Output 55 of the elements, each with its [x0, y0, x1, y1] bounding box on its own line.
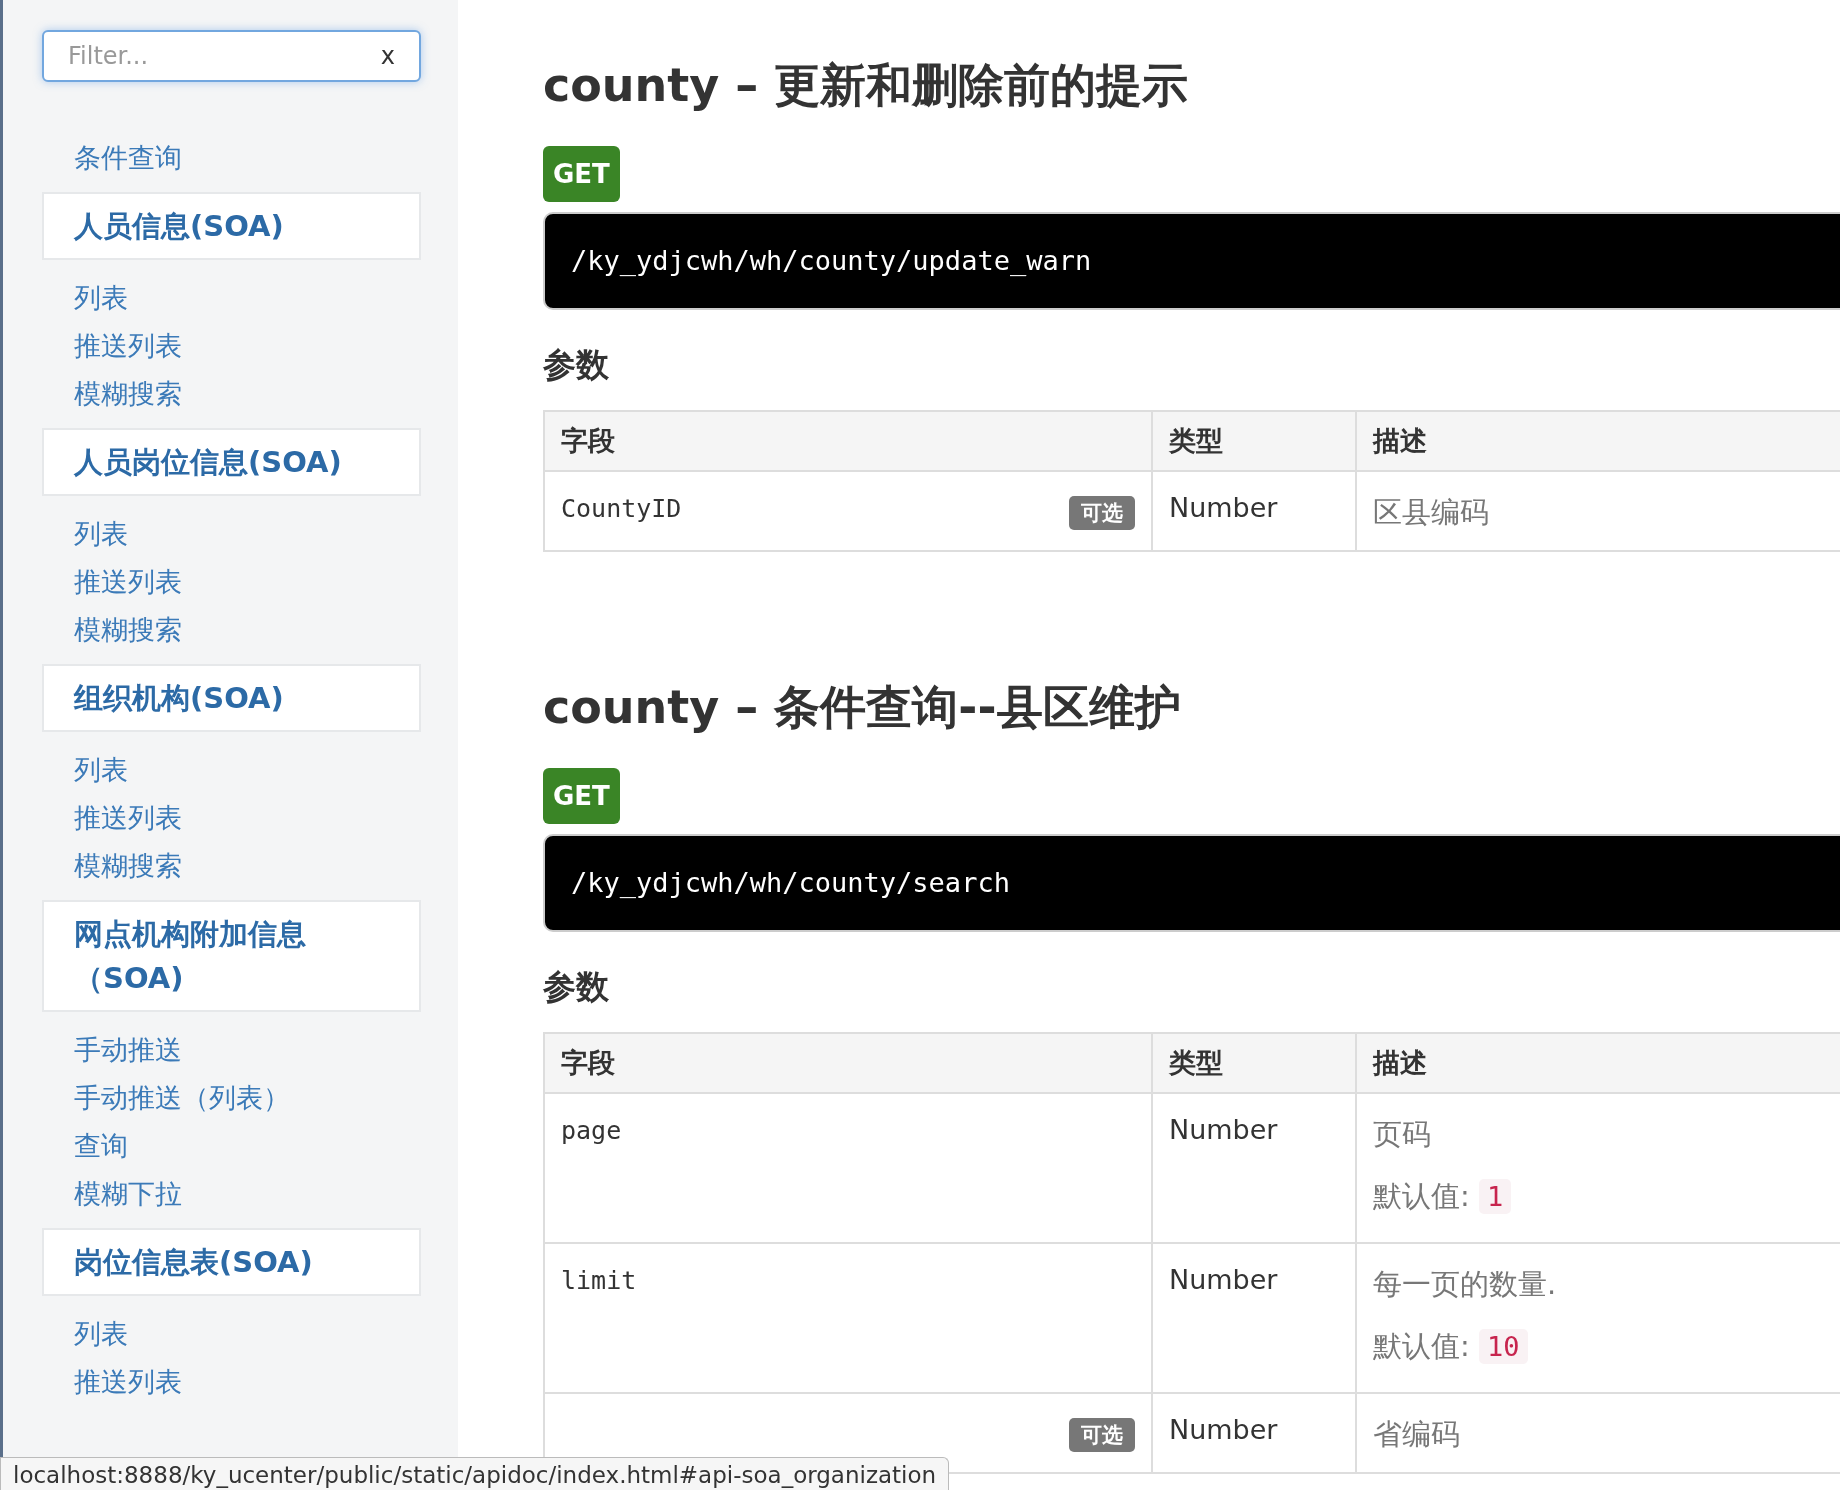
- nav-link[interactable]: 列表: [74, 746, 128, 794]
- field-description: 页码: [1373, 1116, 1432, 1153]
- nav-link[interactable]: 手动推送: [74, 1026, 182, 1074]
- nav-link[interactable]: 列表: [74, 1310, 128, 1358]
- method-badge: GET: [543, 768, 620, 824]
- nav-link[interactable]: 模糊搜索: [74, 842, 182, 890]
- field-name: limit: [561, 1265, 637, 1295]
- column-header: 描述: [1356, 1033, 1840, 1093]
- endpoint-path: /ky_ydjcwh/wh/county/update_warn: [543, 212, 1840, 310]
- clear-button[interactable]: x: [376, 42, 399, 70]
- method-badge: GET: [543, 146, 620, 202]
- field-type: Number: [1169, 1414, 1278, 1445]
- field-description: 区县编码: [1373, 494, 1490, 531]
- field-type: Number: [1169, 1264, 1278, 1295]
- endpoint-path: /ky_ydjcwh/wh/county/search: [543, 834, 1840, 932]
- nav-link[interactable]: 推送列表: [74, 1358, 182, 1406]
- field-name: CountyID: [561, 493, 682, 523]
- optional-badge: 可选: [1069, 496, 1135, 530]
- nav-link[interactable]: 模糊下拉: [74, 1170, 182, 1218]
- column-header: 类型: [1152, 1033, 1356, 1093]
- field-name: page: [561, 1115, 622, 1145]
- nav-link[interactable]: 模糊搜索: [74, 606, 182, 654]
- endpoint-title: county – 条件查询--县区维护: [543, 679, 1182, 736]
- nav-group-header[interactable]: 人员岗位信息(SOA): [42, 428, 421, 496]
- field-type: Number: [1169, 492, 1278, 523]
- nav-group-header[interactable]: 人员信息(SOA): [42, 192, 421, 260]
- endpoint-title: county – 更新和删除前的提示: [543, 57, 1190, 114]
- nav-link[interactable]: 查询: [74, 1122, 128, 1170]
- default-label: 默认值:: [1373, 1329, 1470, 1363]
- nav-link[interactable]: 模糊搜索: [74, 370, 182, 418]
- filter-field[interactable]: Filter... x: [42, 30, 421, 82]
- status-bar: localhost:8888/ky_ucenter/public/static/apidoc/index.html#api-soa_organization: [0, 1457, 950, 1490]
- nav-link[interactable]: 推送列表: [74, 322, 182, 370]
- nav-group-header[interactable]: 岗位信息表(SOA): [42, 1228, 421, 1296]
- column-header: 描述: [1356, 411, 1840, 471]
- nav-link[interactable]: 推送列表: [74, 558, 182, 606]
- params-heading: 参数: [543, 344, 610, 386]
- params-heading: 参数: [543, 966, 610, 1008]
- nav-group-header[interactable]: 网点机构附加信息（SOA): [42, 900, 421, 1012]
- nav-group-header[interactable]: 组织机构(SOA): [42, 664, 421, 732]
- field-description: 每一页的数量.: [1373, 1266, 1558, 1303]
- nav-link[interactable]: 手动推送（列表）: [74, 1074, 290, 1122]
- nav-link[interactable]: 列表: [74, 510, 128, 558]
- default-value: 1: [1479, 1179, 1512, 1214]
- field-description: 省编码: [1373, 1416, 1461, 1453]
- default-label: 默认值:: [1373, 1179, 1470, 1213]
- column-header: 字段: [544, 411, 1152, 471]
- nav-link[interactable]: 条件查询: [74, 134, 182, 182]
- column-header: 字段: [544, 1033, 1152, 1093]
- column-header: 类型: [1152, 411, 1356, 471]
- nav-link[interactable]: 推送列表: [74, 794, 182, 842]
- field-type: Number: [1169, 1114, 1278, 1145]
- default-value: 10: [1479, 1329, 1528, 1364]
- optional-badge: 可选: [1069, 1418, 1135, 1452]
- nav-link[interactable]: 列表: [74, 274, 128, 322]
